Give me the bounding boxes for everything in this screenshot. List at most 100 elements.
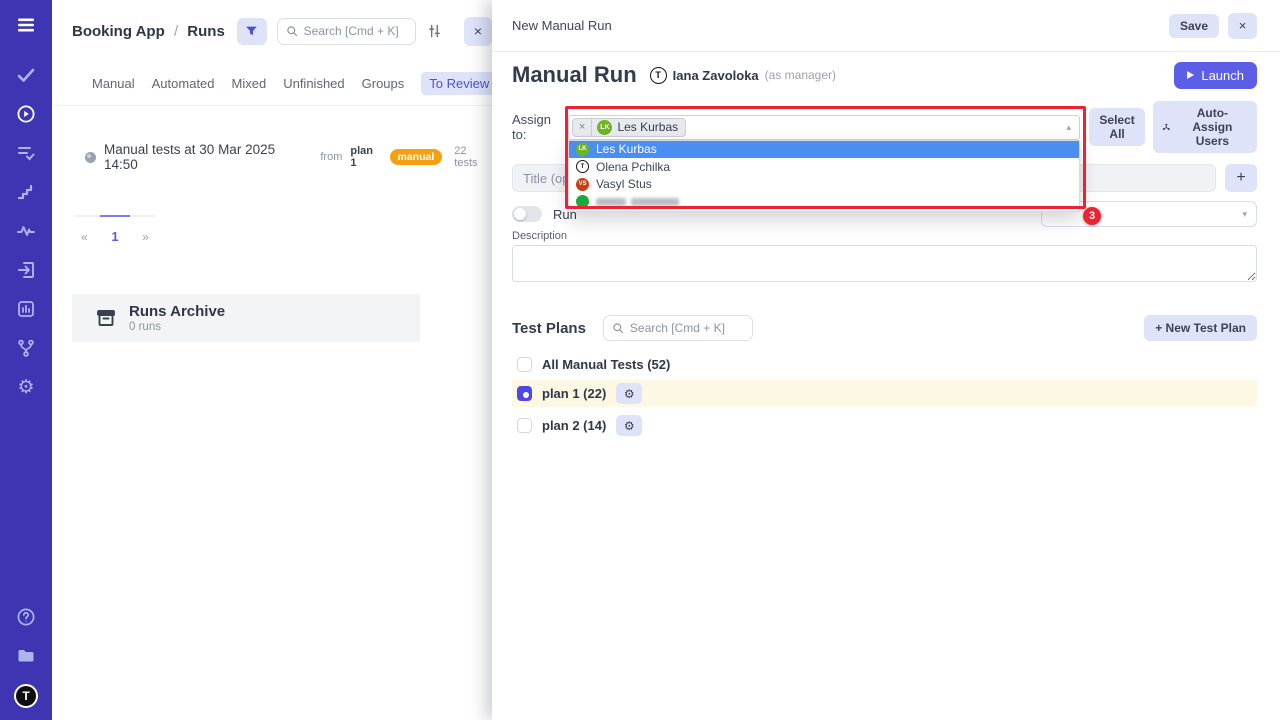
menu-icon[interactable] <box>15 14 37 36</box>
new-test-plan-button[interactable]: + New Test Plan <box>1144 315 1257 341</box>
dropdown-option-les-kurbas[interactable]: LK Les Kurbas <box>569 141 1079 159</box>
pulse-icon[interactable] <box>15 220 37 242</box>
pagination-page-1[interactable]: 1 <box>111 229 118 244</box>
description-textarea[interactable] <box>512 245 1257 282</box>
avatar: LK <box>576 143 589 156</box>
breadcrumb-page[interactable]: Runs <box>187 23 225 40</box>
pagination-indicator <box>75 215 155 217</box>
assignee-select-wrap: × LK Les Kurbas ▴ LK Les Kurbas T <box>568 115 1080 140</box>
runs-icon[interactable] <box>15 103 37 125</box>
breadcrumb-separator: / <box>174 23 178 40</box>
app-logo-icon[interactable]: T <box>14 684 38 708</box>
test-plans-list: All Manual Tests (52) plan 1 (22) ⚙ plan… <box>512 354 1257 439</box>
import-icon[interactable] <box>15 259 37 281</box>
annotation-badge: 3 <box>1083 207 1101 225</box>
gear-icon: ⚙ <box>624 387 635 401</box>
checkbox-plan1[interactable] <box>517 386 532 401</box>
test-plans-header: Test Plans + New Test Plan <box>512 315 1257 341</box>
checkbox-plan2[interactable] <box>517 418 532 433</box>
add-button[interactable]: + <box>1225 164 1257 192</box>
select-all-button[interactable]: Select All <box>1089 108 1145 146</box>
runs-panel-header: Booking App / Runs × <box>52 0 492 46</box>
avatar: T <box>576 160 589 173</box>
test-plan-row-plan2[interactable]: plan 2 (14) ⚙ <box>512 412 1257 439</box>
pagination-next[interactable]: » <box>142 230 149 244</box>
steps-icon[interactable] <box>15 181 37 203</box>
plus-icon: + <box>1236 169 1245 187</box>
settings-icon[interactable]: ⚙ <box>15 376 37 398</box>
run-form: Assign to: × LK Les Kurbas ▴ LK Les K <box>512 101 1257 282</box>
chip-avatar: LK <box>597 120 612 135</box>
pagination-prev[interactable]: « <box>81 230 88 244</box>
assign-label: Assign to: <box>512 112 568 142</box>
run-globe-icon <box>85 152 96 163</box>
test-plans-search-input[interactable] <box>630 321 744 335</box>
auto-assign-button[interactable]: Auto-Assign Users <box>1153 101 1257 153</box>
chevron-up-icon: ▴ <box>1066 122 1071 133</box>
run-title[interactable]: Manual tests at 30 Mar 2025 14:50 <box>104 142 308 172</box>
owner-role: (as manager) <box>765 68 836 82</box>
users-network-icon <box>1162 121 1171 134</box>
manual-badge: manual <box>390 149 443 165</box>
test-plan-row-all[interactable]: All Manual Tests (52) <box>512 354 1257 374</box>
reports-icon[interactable] <box>15 298 37 320</box>
test-plans-icon[interactable] <box>15 142 37 164</box>
runs-archive-item[interactable]: Runs Archive 0 runs <box>72 294 420 342</box>
app-logo-letter: T <box>16 686 36 706</box>
checkbox-all-manual-tests[interactable] <box>517 357 532 372</box>
plan1-settings-button[interactable]: ⚙ <box>616 383 642 404</box>
search-icon <box>612 322 624 334</box>
funnel-icon <box>245 25 258 38</box>
modal-title: New Manual Run <box>512 18 612 33</box>
run-toggle[interactable] <box>512 206 542 222</box>
tab-mixed[interactable]: Mixed <box>232 76 267 91</box>
close-icon: × <box>474 23 482 39</box>
run-tests-count: 22 tests <box>454 145 492 169</box>
help-icon[interactable] <box>15 606 37 628</box>
breadcrumb-project[interactable]: Booking App <box>72 23 165 40</box>
tab-automated[interactable]: Automated <box>152 76 215 91</box>
avatar <box>576 195 589 208</box>
filter-button[interactable] <box>237 18 267 45</box>
sliders-icon[interactable] <box>427 23 442 39</box>
test-plans-search[interactable] <box>603 315 753 341</box>
archive-count: 0 runs <box>129 321 225 333</box>
archive-title: Runs Archive <box>129 303 225 320</box>
projects-folder-icon[interactable] <box>15 645 37 667</box>
plan2-settings-button[interactable]: ⚙ <box>616 415 642 436</box>
dropdown-option-vasyl-stus[interactable]: VS Vasyl Stus <box>569 176 1079 194</box>
test-plans-title: Test Plans <box>512 320 586 337</box>
dropdown-option-redacted[interactable] <box>569 193 1079 211</box>
avatar: VS <box>576 178 589 191</box>
tab-groups[interactable]: Groups <box>362 76 405 91</box>
runs-list-panel: Booking App / Runs × Manual Automated Mi… <box>52 0 492 720</box>
modal-close-button[interactable]: × <box>1228 13 1257 39</box>
dropdown-option-olena-pchilka[interactable]: T Olena Pchilka <box>569 158 1079 176</box>
run-plan-link[interactable]: plan 1 <box>350 145 381 169</box>
run-owner: T Iana Zavoloka (as manager) <box>650 67 836 84</box>
assignee-select[interactable]: × LK Les Kurbas ▴ <box>568 115 1080 140</box>
runs-filter-tabs: Manual Automated Mixed Unfinished Groups… <box>52 72 492 106</box>
assignee-chip: × LK Les Kurbas <box>572 118 686 137</box>
assign-row: Assign to: × LK Les Kurbas ▴ LK Les K <box>512 101 1257 153</box>
runs-search[interactable] <box>277 18 416 45</box>
tab-manual[interactable]: Manual <box>92 76 135 91</box>
chip-remove-icon[interactable]: × <box>573 119 592 136</box>
search-icon <box>286 25 298 37</box>
new-manual-run-panel: New Manual Run Save × Manual Run T Iana … <box>492 0 1280 720</box>
redacted-name <box>596 198 679 206</box>
tab-to-review[interactable]: To Review <box>421 72 492 95</box>
tests-icon[interactable] <box>15 64 37 86</box>
save-button[interactable]: Save <box>1169 14 1219 38</box>
launch-button[interactable]: Launch <box>1174 62 1257 89</box>
tab-unfinished[interactable]: Unfinished <box>283 76 344 91</box>
breadcrumb: Booking App / Runs <box>72 23 225 40</box>
branches-icon[interactable] <box>15 337 37 359</box>
run-from-label: from <box>320 151 342 163</box>
run-list-item[interactable]: Manual tests at 30 Mar 2025 14:50 from p… <box>52 142 492 172</box>
test-plan-row-plan1[interactable]: plan 1 (22) ⚙ <box>512 380 1257 407</box>
play-icon <box>1187 71 1194 79</box>
panel-close-button[interactable]: × <box>464 17 492 46</box>
assignee-dropdown: LK Les Kurbas T Olena Pchilka VS Vasyl S… <box>568 140 1080 212</box>
runs-search-input[interactable] <box>304 24 407 38</box>
